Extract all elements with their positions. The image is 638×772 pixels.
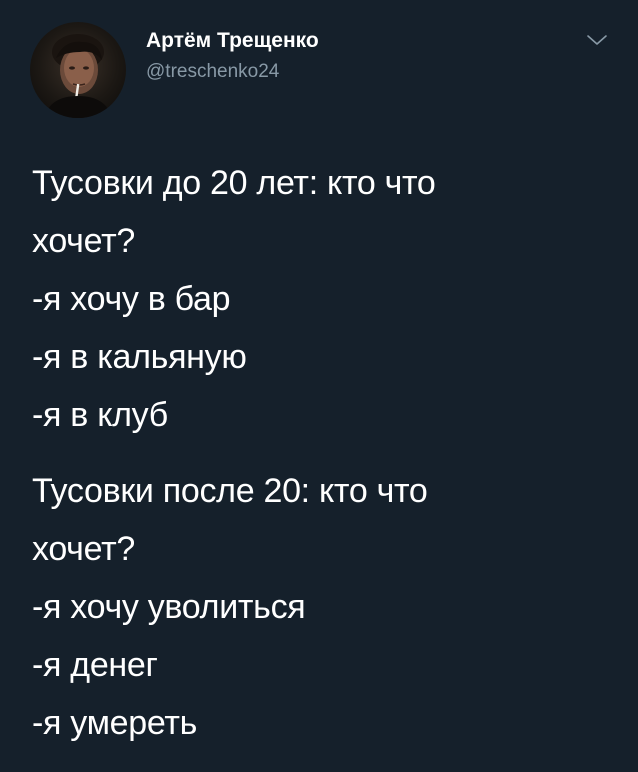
tweet-line: Тусовки до 20 лет: кто что (32, 164, 436, 202)
profile-photo-icon (44, 34, 112, 118)
tweet-menu-button[interactable] (586, 32, 608, 48)
tweet-line: -я денег (32, 646, 158, 684)
tweet-line: -я в клуб (32, 396, 168, 434)
tweet-line: -я хочу уволиться (32, 588, 306, 626)
author-info[interactable]: Артём Трещенко @treschenko24 (146, 28, 319, 85)
tweet-line: -я хочу в бар (32, 280, 231, 318)
author-display-name[interactable]: Артём Трещенко (146, 28, 319, 54)
tweet-line: хочет? (32, 222, 135, 260)
tweet-line: -я умереть (32, 704, 198, 742)
tweet-line: хочет? (32, 530, 135, 568)
tweet-paragraph: Тусовки после 20: кто что хочет? -я хочу… (32, 462, 622, 752)
tweet-line: Тусовки после 20: кто что (32, 472, 428, 510)
tweet-card: Артём Трещенко @treschenko24 Тусовки до … (0, 0, 638, 772)
author-handle[interactable]: @treschenko24 (146, 59, 319, 85)
chevron-down-icon (587, 35, 607, 45)
tweet-text: Тусовки до 20 лет: кто что хочет? -я хоч… (32, 154, 622, 752)
tweet-line: -я в кальяную (32, 338, 247, 376)
tweet-paragraph: Тусовки до 20 лет: кто что хочет? -я хоч… (32, 154, 622, 444)
author-avatar[interactable] (30, 22, 126, 118)
